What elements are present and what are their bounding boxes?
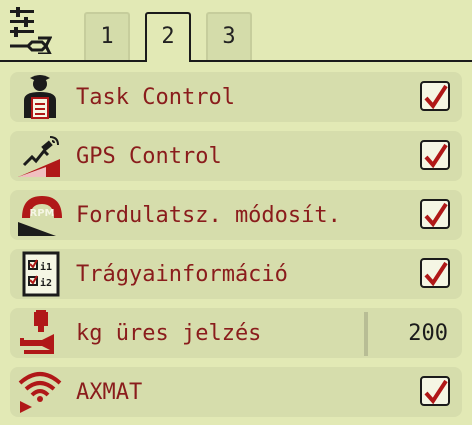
tab-1[interactable]: 1	[84, 12, 130, 60]
setting-label: kg üres jelzés	[76, 321, 262, 346]
operator-document-icon	[24, 75, 56, 119]
checkmark-icon	[424, 202, 448, 228]
axmat-checkbox[interactable]	[420, 376, 450, 406]
rpm-gauge-icon: RPM	[18, 196, 62, 236]
setting-row-task-control[interactable]: Task Control	[10, 72, 462, 122]
tab-2[interactable]: 2	[145, 12, 191, 62]
checkmark-icon	[424, 261, 448, 287]
checkmark-icon	[424, 143, 448, 169]
empty-weight-value[interactable]: 200	[408, 308, 448, 358]
setting-label: Task Control	[76, 85, 235, 110]
setting-label: GPS Control	[76, 144, 222, 169]
task-control-checkbox[interactable]	[420, 81, 450, 111]
svg-text:RPM: RPM	[30, 208, 55, 219]
gps-satellite-icon	[18, 136, 60, 177]
checkmark-icon	[424, 379, 448, 405]
checkmark-icon	[424, 84, 448, 110]
fertilizer-info-checkbox[interactable]	[420, 258, 450, 288]
wireless-axmat-icon	[18, 372, 62, 413]
rpm-change-checkbox[interactable]	[420, 199, 450, 229]
setting-row-axmat[interactable]: AXMAT	[10, 367, 462, 417]
value-divider	[364, 312, 368, 356]
setting-row-fertilizer-info[interactable]: i1 i2 Trágyainformáció	[10, 249, 462, 299]
settings-icon	[10, 7, 52, 54]
setting-row-rpm-change[interactable]: RPM Fordulatsz. módosít.	[10, 190, 462, 240]
tab-header: 1 2 3	[0, 0, 472, 62]
weight-horn-icon	[20, 310, 54, 354]
gps-control-checkbox[interactable]	[420, 140, 450, 170]
setting-row-gps-control[interactable]: GPS Control	[10, 131, 462, 181]
tab-underline	[0, 60, 472, 62]
fertilizer-info-icon: i1 i2	[22, 251, 60, 297]
setting-label: AXMAT	[76, 380, 143, 405]
svg-text:i2: i2	[40, 277, 52, 289]
setting-label: Trágyainformáció	[76, 262, 288, 287]
tab-3[interactable]: 3	[206, 12, 252, 60]
svg-text:i1: i1	[40, 261, 52, 273]
active-tab-gap	[147, 60, 189, 62]
setting-label: Fordulatsz. módosít.	[76, 203, 341, 228]
setting-row-empty-weight-alarm[interactable]: kg üres jelzés 200	[10, 308, 462, 358]
